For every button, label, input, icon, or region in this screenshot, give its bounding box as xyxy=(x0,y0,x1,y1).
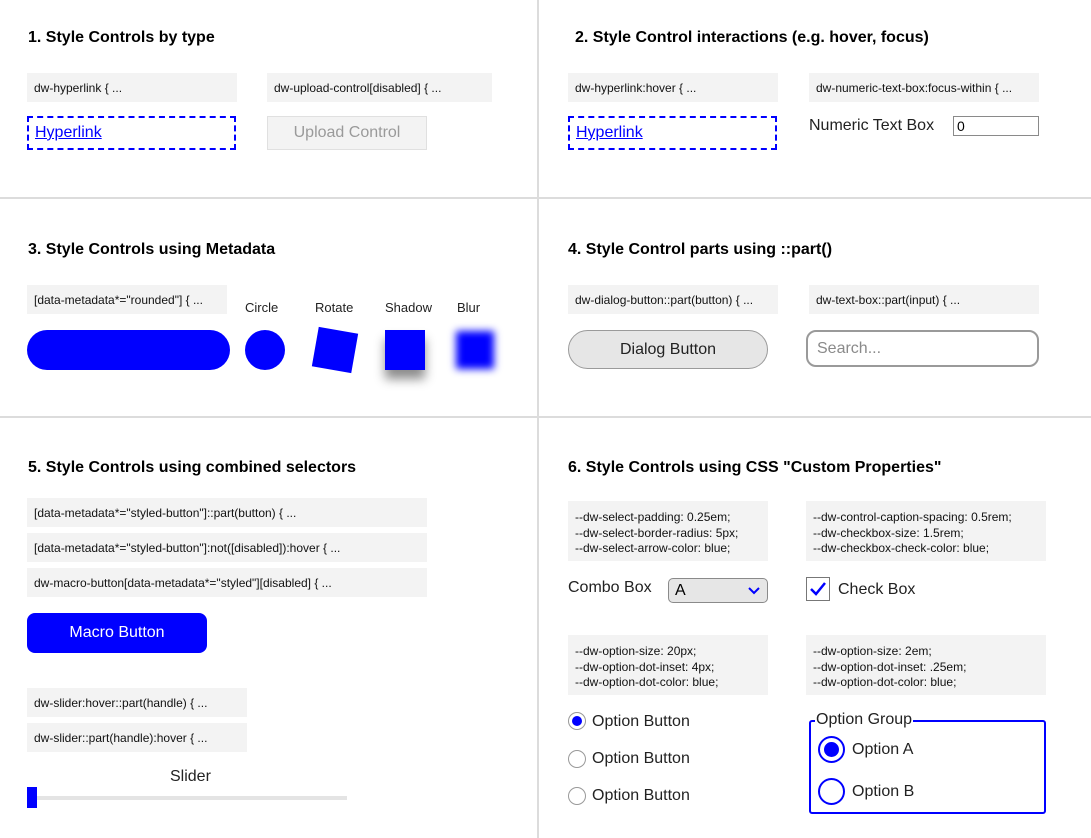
combo-box-label: Combo Box xyxy=(568,579,652,596)
combo-box-value: A xyxy=(675,581,686,599)
rotated-control xyxy=(311,326,359,374)
code-snippet: --dw-control-caption-spacing: 0.5rem; --… xyxy=(806,501,1046,561)
option-a-label: Option A xyxy=(852,741,914,758)
code-snippet: [data-metadata*="styled-button"]::part(b… xyxy=(27,498,427,527)
section3-heading: 3. Style Controls using Metadata xyxy=(28,241,276,258)
slider-label: Slider xyxy=(170,768,211,785)
code-snippet: --dw-select-padding: 0.25em; --dw-select… xyxy=(568,501,768,561)
option-button-radio[interactable] xyxy=(568,750,586,768)
option-button-label: Option Button xyxy=(592,750,690,767)
section6-heading: 6. Style Controls using CSS "Custom Prop… xyxy=(568,459,942,476)
dialog-button[interactable]: Dialog Button xyxy=(568,330,768,369)
code-snippet: dw-macro-button[data-metadata*="styled"]… xyxy=(27,568,427,597)
checkmark-icon xyxy=(810,582,826,596)
section4-heading: 4. Style Control parts using ::part() xyxy=(568,241,833,258)
numeric-text-box-input[interactable]: 0 xyxy=(953,116,1039,136)
circle-control xyxy=(245,330,285,370)
chevron-down-icon xyxy=(748,587,760,595)
hyperlink[interactable]: Hyperlink xyxy=(27,116,236,150)
shadow-control xyxy=(385,330,425,370)
vertical-divider xyxy=(537,0,539,838)
code-snippet: dw-slider:hover::part(handle) { ... xyxy=(27,688,247,717)
macro-button[interactable]: Macro Button xyxy=(27,613,207,653)
rotate-label: Rotate xyxy=(315,300,354,315)
option-group-legend: Option Group xyxy=(815,711,914,729)
section5-heading: 5. Style Controls using combined selecto… xyxy=(28,459,357,476)
slider-handle[interactable] xyxy=(27,787,37,808)
section1-heading: 1. Style Controls by type xyxy=(28,29,215,46)
code-snippet: dw-dialog-button::part(button) { ... xyxy=(568,285,778,314)
horizontal-divider-1 xyxy=(0,197,1091,199)
circle-label: Circle xyxy=(245,300,279,315)
code-snippet: dw-text-box::part(input) { ... xyxy=(809,285,1039,314)
code-snippet: --dw-option-size: 20px; --dw-option-dot-… xyxy=(568,635,768,695)
option-b-label: Option B xyxy=(852,783,915,800)
code-snippet: dw-upload-control[disabled] { ... xyxy=(267,73,492,102)
numeric-text-box-label: Numeric Text Box xyxy=(809,117,935,134)
code-snippet: --dw-option-size: 2em; --dw-option-dot-i… xyxy=(806,635,1046,695)
blur-control xyxy=(456,331,494,369)
horizontal-divider-2 xyxy=(0,416,1091,418)
slider-track[interactable] xyxy=(27,796,347,800)
option-button-label: Option Button xyxy=(592,713,690,730)
combo-box[interactable]: A xyxy=(668,578,768,603)
section2-heading: 2. Style Control interactions (e.g. hove… xyxy=(575,29,929,46)
radio-dot xyxy=(824,742,839,757)
option-button-label: Option Button xyxy=(592,787,690,804)
code-snippet: dw-slider::part(handle):hover { ... xyxy=(27,723,247,752)
option-b-radio[interactable] xyxy=(818,778,845,805)
option-button-radio[interactable] xyxy=(568,787,586,805)
rounded-control xyxy=(27,330,230,370)
check-box[interactable] xyxy=(806,577,830,601)
shadow-label: Shadow xyxy=(385,300,432,315)
blur-label: Blur xyxy=(457,300,481,315)
option-a-radio[interactable] xyxy=(818,736,845,763)
code-snippet: dw-hyperlink { ... xyxy=(27,73,237,102)
search-text-box[interactable]: Search... xyxy=(806,330,1039,367)
option-group xyxy=(809,720,1046,814)
code-snippet: [data-metadata*="styled-button"]:not([di… xyxy=(27,533,427,562)
code-snippet: dw-numeric-text-box:focus-within { ... xyxy=(809,73,1039,102)
option-button-radio[interactable] xyxy=(568,712,586,730)
radio-dot xyxy=(572,716,582,726)
hyperlink-hover[interactable]: Hyperlink xyxy=(568,116,777,150)
code-snippet: dw-hyperlink:hover { ... xyxy=(568,73,778,102)
code-snippet: [data-metadata*="rounded"] { ... xyxy=(27,285,227,314)
check-box-label: Check Box xyxy=(838,581,916,598)
upload-control-disabled: Upload Control xyxy=(267,116,427,150)
